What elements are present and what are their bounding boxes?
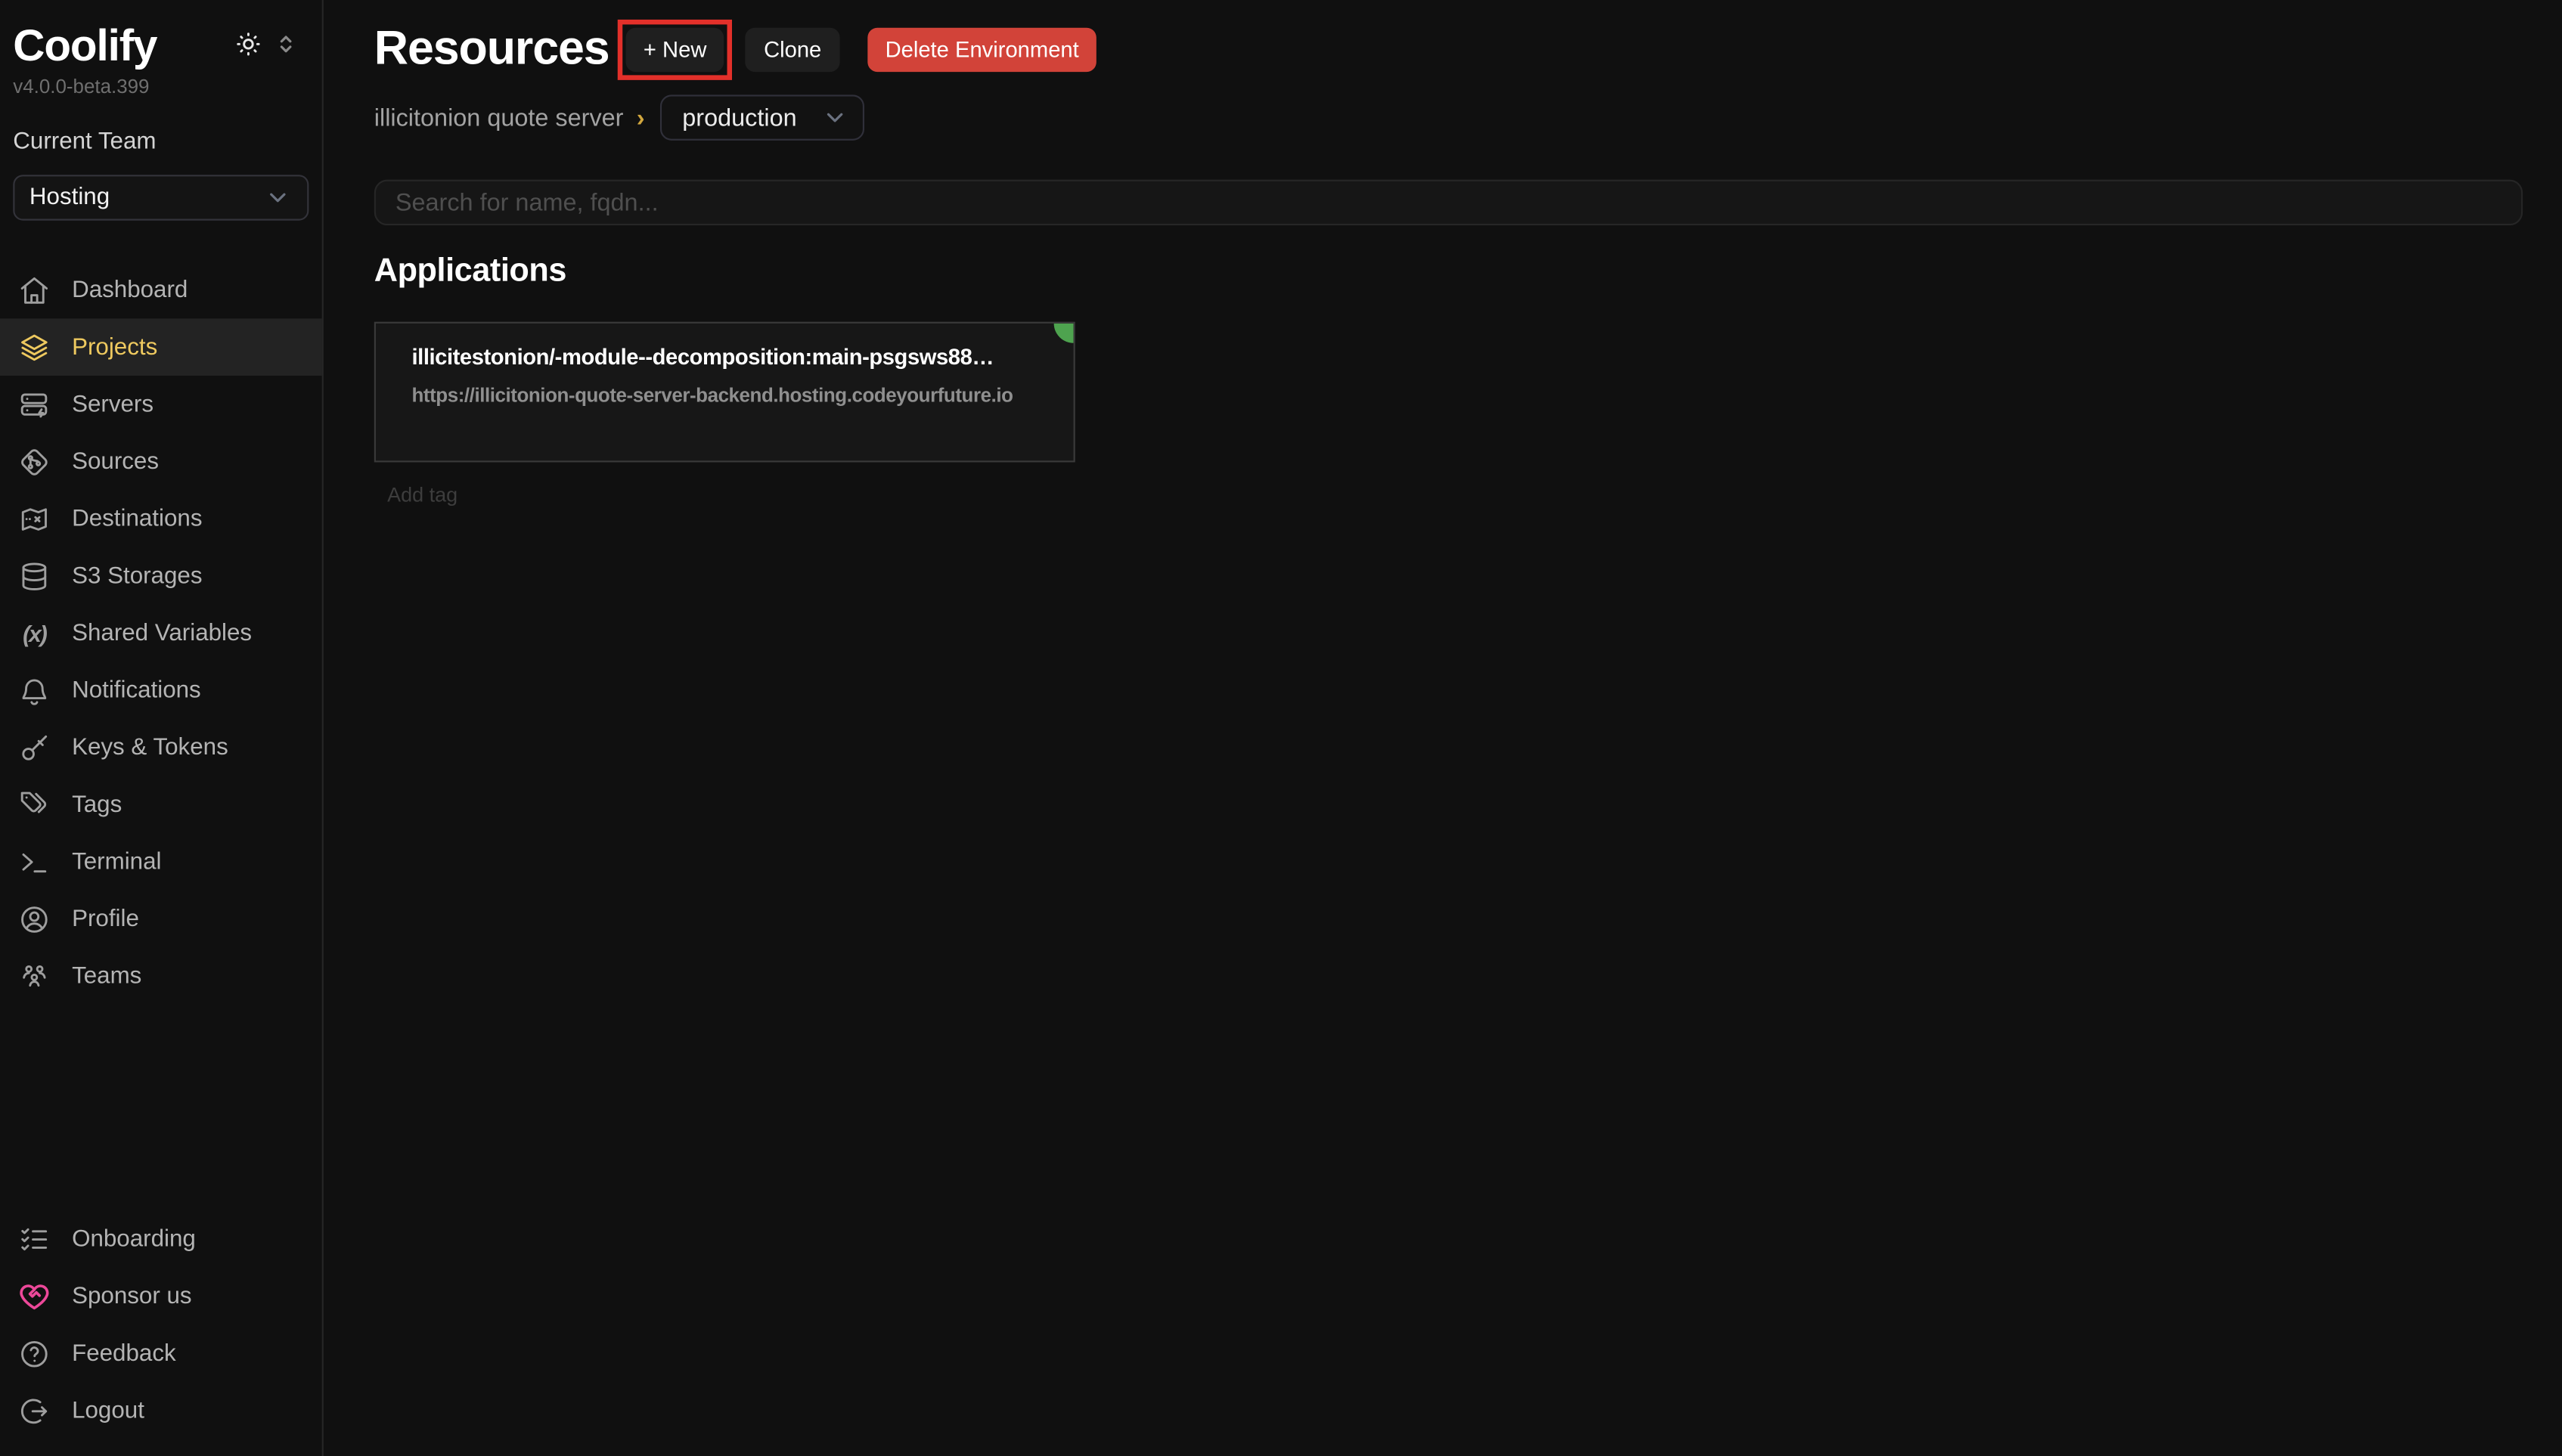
sidebar-item-label: Projects: [72, 334, 157, 361]
unfold-chevrons-icon[interactable]: [273, 31, 299, 57]
coolify-app: Coolify v4.0.0-beta.399 Current Team Hos…: [0, 0, 2562, 1456]
sidebar-item-label: Notifications: [72, 677, 201, 704]
breadcrumb: illicitonion quote server › production: [374, 93, 2562, 142]
sidebar-item-notifications[interactable]: Notifications: [0, 661, 322, 719]
sidebar-item-teams[interactable]: Teams: [0, 947, 322, 1005]
home-icon: [18, 274, 51, 306]
sidebar-item-s3-storages[interactable]: S3 Storages: [0, 547, 322, 605]
sidebar-item-onboarding[interactable]: Onboarding: [0, 1211, 322, 1269]
sidebar-item-label: Tags: [72, 792, 122, 818]
annotation-highlight-box: + New: [617, 20, 733, 80]
sidebar-item-label: Sources: [72, 448, 159, 475]
application-card[interactable]: illicitestonion/-module--decomposition:m…: [374, 322, 1075, 463]
terminal-icon: [18, 845, 51, 878]
breadcrumb-project-link[interactable]: illicitonion quote server: [374, 104, 624, 132]
main-content: Resources + New Clone Delete Environment…: [325, 0, 2562, 1456]
sidebar-item-label: Feedback: [72, 1341, 176, 1368]
delete-environment-button[interactable]: Delete Environment: [867, 28, 1097, 72]
page-title: Resources: [374, 23, 609, 76]
tags-icon: [18, 788, 51, 821]
application-url: https://illicitonion-quote-server-backen…: [411, 384, 1050, 407]
bell-icon: [18, 674, 51, 706]
status-running-indicator: [1054, 324, 1074, 343]
current-team-label: Current Team: [0, 129, 322, 156]
add-tag-button[interactable]: Add tag: [374, 484, 2562, 507]
sidebar-item-label: Onboarding: [72, 1227, 196, 1253]
sidebar-item-label: Sponsor us: [72, 1284, 192, 1310]
checklist-icon: [18, 1223, 51, 1256]
sidebar-item-logout[interactable]: Logout: [0, 1383, 322, 1440]
heart-hands-icon: [18, 1281, 51, 1313]
sidebar-item-dashboard[interactable]: Dashboard: [0, 262, 322, 319]
key-icon: [18, 731, 51, 764]
sidebar-item-label: Keys & Tokens: [72, 734, 228, 761]
search-input[interactable]: [374, 180, 2523, 225]
team-select-value: Hosting: [29, 184, 110, 211]
sidebar-header: Coolify: [0, 0, 322, 70]
sidebar-item-feedback[interactable]: Feedback: [0, 1325, 322, 1383]
sidebar-footer-menu: Onboarding Sponsor us Feedback Logout: [0, 1211, 322, 1439]
clone-button[interactable]: Clone: [746, 28, 839, 72]
chevron-down-icon: [821, 104, 848, 131]
database-icon: [18, 559, 51, 592]
git-source-icon: [18, 445, 51, 478]
page-header: Resources + New Clone Delete Environment: [374, 21, 2562, 79]
sidebar-item-label: Terminal: [72, 848, 161, 875]
sidebar-item-label: Dashboard: [72, 277, 188, 303]
sidebar-item-label: Profile: [72, 906, 139, 932]
sidebar-item-label: Teams: [72, 963, 141, 990]
sidebar-item-sources[interactable]: Sources: [0, 433, 322, 491]
chevron-down-icon: [265, 184, 291, 211]
server-icon: [18, 388, 51, 420]
team-select[interactable]: Hosting: [13, 175, 309, 220]
application-name: illicitestonion/-module--decomposition:m…: [411, 345, 1050, 369]
sidebar-item-destinations[interactable]: Destinations: [0, 490, 322, 547]
sidebar-item-label: S3 Storages: [72, 562, 202, 589]
sidebar: Coolify v4.0.0-beta.399 Current Team Hos…: [0, 0, 324, 1456]
theme-toggle-sun-icon[interactable]: [235, 31, 262, 57]
breadcrumb-chevron-icon: ›: [637, 104, 645, 132]
new-button[interactable]: + New: [625, 28, 724, 72]
sidebar-item-label: Destinations: [72, 506, 202, 532]
sidebar-item-sponsor-us[interactable]: Sponsor us: [0, 1269, 322, 1326]
user-circle-icon: [18, 903, 51, 935]
sidebar-item-shared-variables[interactable]: (x) Shared Variables: [0, 604, 322, 661]
help-circle-icon: [18, 1338, 51, 1371]
sidebar-item-label: Shared Variables: [72, 620, 252, 646]
map-icon: [18, 502, 51, 534]
sidebar-item-label: Servers: [72, 391, 154, 417]
sidebar-item-profile[interactable]: Profile: [0, 891, 322, 948]
app-logo[interactable]: Coolify: [13, 21, 157, 70]
sidebar-item-tags[interactable]: Tags: [0, 776, 322, 833]
sidebar-item-terminal[interactable]: Terminal: [0, 833, 322, 891]
layers-icon: [18, 331, 51, 364]
sidebar-item-label: Logout: [72, 1399, 144, 1425]
environment-select[interactable]: production: [659, 94, 864, 140]
sidebar-item-servers[interactable]: Servers: [0, 376, 322, 433]
users-icon: [18, 959, 51, 992]
sidebar-item-keys-tokens[interactable]: Keys & Tokens: [0, 719, 322, 776]
sidebar-menu: Dashboard Projects Servers Sources Destinati…: [0, 262, 322, 1005]
applications-heading: Applications: [374, 253, 2562, 291]
sidebar-item-projects[interactable]: Projects: [0, 318, 322, 376]
logout-icon: [18, 1395, 51, 1427]
environment-select-value: production: [682, 104, 796, 132]
variables-icon: (x): [18, 617, 51, 649]
app-version: v4.0.0-beta.399: [0, 75, 322, 98]
